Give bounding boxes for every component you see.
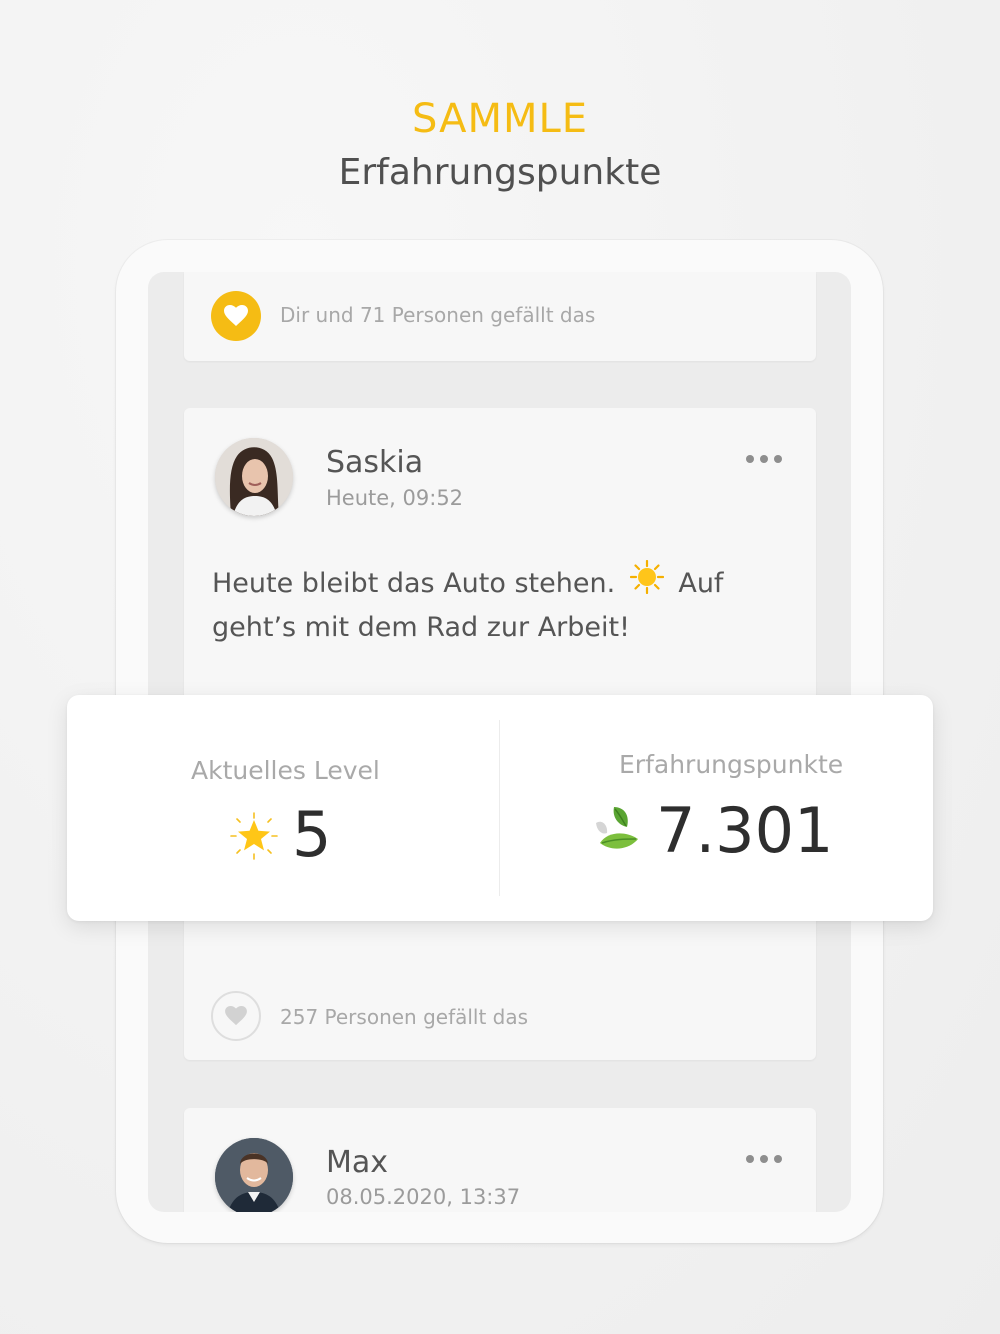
points-label: Erfahrungspunkte xyxy=(619,750,844,779)
post-likes-text: 257 Personen gefällt das xyxy=(280,1005,529,1029)
level-label: Aktuelles Level xyxy=(191,756,380,785)
headline-title: Erfahrungspunkte xyxy=(338,152,662,193)
star-icon xyxy=(229,811,279,865)
heart-icon xyxy=(225,1006,247,1026)
like-button[interactable] xyxy=(211,991,261,1041)
likes-summary-text: Dir und 71 Personen gefällt das xyxy=(280,303,596,327)
post-text: Heute bleibt das Auto stehen. Auf geht’s… xyxy=(212,559,772,647)
avatar-photo xyxy=(215,438,293,516)
post-text-part: Heute bleibt das Auto stehen. xyxy=(212,568,616,599)
avatar[interactable] xyxy=(215,1138,293,1212)
points-value: 7.301 xyxy=(656,794,834,867)
likes-summary-card: Dir und 71 Personen gefällt das xyxy=(184,272,816,361)
stats-divider xyxy=(499,720,500,896)
leaf-icon xyxy=(592,803,642,857)
author-name[interactable]: Saskia xyxy=(326,445,423,480)
stats-card: Aktuelles Level 5 Erfahrungspunkte 7.301 xyxy=(67,695,933,921)
like-button-filled[interactable] xyxy=(211,291,261,341)
more-options-icon[interactable] xyxy=(746,1155,782,1163)
more-options-icon[interactable] xyxy=(746,455,782,463)
author-name[interactable]: Max xyxy=(326,1145,388,1180)
headline-kicker: SAMMLE xyxy=(411,96,589,142)
avatar-photo xyxy=(215,1138,293,1212)
post-timestamp: 08.05.2020, 13:37 xyxy=(326,1185,521,1209)
avatar[interactable] xyxy=(215,438,293,516)
sun-icon xyxy=(629,559,664,605)
post-timestamp: Heute, 09:52 xyxy=(326,486,464,510)
level-value: 5 xyxy=(292,798,332,871)
heart-icon xyxy=(224,305,248,326)
post-card: Max 08.05.2020, 13:37 xyxy=(184,1108,816,1212)
